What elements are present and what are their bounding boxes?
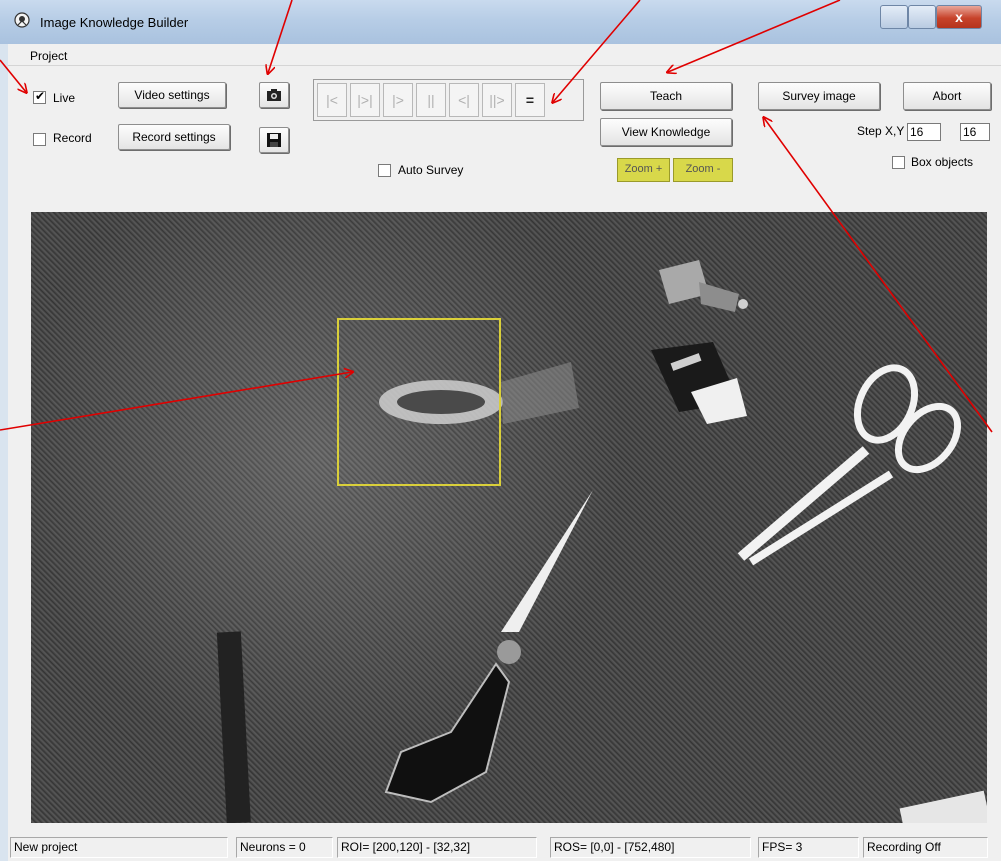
- step-x-input[interactable]: 16: [907, 123, 941, 141]
- video-settings-button[interactable]: Video settings: [118, 82, 226, 108]
- zoom-in-button[interactable]: Zoom +: [617, 158, 670, 182]
- zoom-out-button[interactable]: Zoom -: [673, 158, 733, 182]
- status-recording: Recording Off: [863, 837, 988, 858]
- close-button[interactable]: x: [936, 5, 982, 29]
- auto-survey-label: Auto Survey: [398, 163, 464, 177]
- play-reverse-button[interactable]: <|: [449, 83, 479, 117]
- play-button[interactable]: |>: [383, 83, 413, 117]
- camera-image-view[interactable]: [31, 212, 987, 823]
- first-frame-button[interactable]: |<: [317, 83, 347, 117]
- menu-project[interactable]: Project: [30, 49, 67, 63]
- auto-survey-checkbox[interactable]: [378, 164, 391, 177]
- live-checkbox[interactable]: ✔: [33, 89, 46, 104]
- dark-pole-object: [216, 631, 251, 823]
- roi-selection-box[interactable]: [337, 318, 501, 486]
- box-objects-checkbox[interactable]: [892, 156, 905, 169]
- teach-button[interactable]: Teach: [600, 82, 732, 110]
- status-project: New project: [10, 837, 228, 858]
- snapshot-button[interactable]: [259, 82, 289, 108]
- title-bar: Image Knowledge Builder x: [0, 0, 1001, 44]
- usb-connector-object: [659, 260, 748, 312]
- survey-image-button[interactable]: Survey image: [758, 82, 880, 110]
- black-scissors-object: [384, 490, 593, 804]
- maximize-button[interactable]: [908, 5, 936, 29]
- minimize-button[interactable]: [880, 5, 908, 29]
- step-y-input[interactable]: 16: [960, 123, 990, 141]
- view-knowledge-button[interactable]: View Knowledge: [600, 118, 732, 146]
- camera-icon: [267, 89, 281, 101]
- record-label: Record: [53, 131, 92, 145]
- close-icon: x: [955, 9, 963, 25]
- white-block-object: [899, 790, 987, 823]
- status-roi: ROI= [200,120] - [32,32]: [337, 837, 537, 858]
- eject-button[interactable]: =: [515, 83, 545, 117]
- electronic-component-object: [651, 342, 747, 424]
- step-reverse-button[interactable]: ||>: [482, 83, 512, 117]
- menu-bar: Project: [8, 45, 1001, 66]
- white-scissors-object: [737, 364, 962, 566]
- record-settings-button[interactable]: Record settings: [118, 124, 230, 150]
- step-frame-button[interactable]: |>|: [350, 83, 380, 117]
- camera-image: [216, 260, 987, 823]
- app-icon: [14, 12, 30, 28]
- live-label: Live: [53, 91, 76, 105]
- abort-button[interactable]: Abort: [903, 82, 991, 110]
- playback-toolbar: |< |>| |> || <| ||> =: [313, 79, 584, 121]
- status-ros: ROS= [0,0] - [752,480]: [550, 837, 751, 858]
- step-xy-label: Step X,Y: [857, 124, 905, 138]
- pause-button[interactable]: ||: [416, 83, 446, 117]
- floppy-disk-icon: [267, 133, 281, 147]
- status-fps: FPS= 3: [758, 837, 859, 858]
- check-mark-icon: ✔: [35, 89, 46, 103]
- status-bar: New project Neurons = 0 ROI= [200,120] -…: [8, 833, 1001, 861]
- record-checkbox[interactable]: [33, 133, 46, 146]
- save-button[interactable]: [259, 127, 289, 153]
- status-neurons: Neurons = 0: [236, 837, 333, 858]
- window-title: Image Knowledge Builder: [40, 15, 189, 30]
- box-objects-label: Box objects: [911, 155, 974, 169]
